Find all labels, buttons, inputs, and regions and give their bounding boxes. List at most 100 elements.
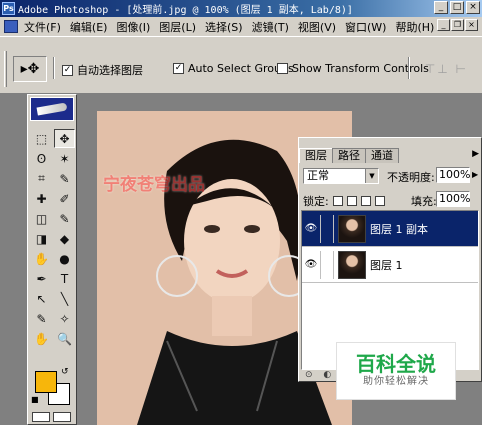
toolbox-header-feather-logo[interactable] — [30, 97, 74, 121]
blend-mode-value: 正常 — [307, 169, 329, 182]
checkbox-box[interactable] — [277, 63, 288, 74]
panel-menu-icon[interactable]: ▶ — [472, 149, 479, 159]
lock-position-icon[interactable] — [360, 196, 371, 206]
lock-all-icon[interactable] — [374, 196, 385, 206]
standard-mode-button[interactable] — [32, 412, 50, 422]
layer-name[interactable]: 图层 1 — [370, 257, 403, 273]
maximize-button[interactable]: □ — [450, 1, 464, 14]
tab-channels[interactable]: 通道 — [365, 148, 399, 163]
show-transform-controls-checkbox[interactable]: Show Transform Controls — [277, 62, 429, 75]
window-title: Adobe Photoshop - [处理前.jpg @ 100% (图层 1 … — [18, 5, 353, 16]
opacity-label: 不透明度: — [387, 171, 435, 184]
window-controls: _ □ × — [434, 1, 480, 14]
layer-thumbnail — [338, 214, 366, 243]
path-selection-tool-icon[interactable]: ↖ — [31, 289, 52, 308]
blend-mode-select[interactable]: 正常 ▼ — [303, 168, 379, 184]
options-bar: ▸✥ ✓ 自动选择图层 ✓ Auto Select Groups Show Tr… — [0, 36, 482, 94]
align-buttons[interactable]: ⊤⊥ ⊢ — [425, 62, 468, 76]
layer-link-slot[interactable] — [320, 214, 334, 243]
document-icon[interactable] — [4, 20, 18, 33]
paint-bucket-tool-icon[interactable]: ◆ — [54, 229, 75, 248]
menu-select[interactable]: 选择(S) — [205, 19, 243, 35]
watermark-text: 宁夜苍穹出品 — [103, 175, 205, 195]
photoshop-app-icon[interactable]: Ps — [2, 2, 15, 15]
lock-label: 锁定: — [303, 195, 329, 208]
opacity-slider-arrow-icon[interactable]: ▶ — [472, 170, 478, 179]
menu-file[interactable]: 文件(F) — [24, 19, 61, 35]
tools-grid: ⬚ ✥ ʘ ✶ ⌗ ✎ ✚ ✐ ◫ ✎ ◨ ◆ ✋ ● ✒ T ↖ ╲ ✎ ✧ … — [31, 129, 75, 348]
menu-image[interactable]: 图像(I) — [116, 19, 150, 35]
fill-input[interactable]: 100% — [436, 191, 470, 207]
menu-bar: 文件(F) 编辑(E) 图像(I) 图层(L) 选择(S) 滤镜(T) 视图(V… — [0, 17, 482, 36]
layer-row[interactable]: 👁 图层 1 副本 — [302, 211, 478, 247]
tab-layers[interactable]: 图层 — [299, 148, 333, 163]
menu-layer[interactable]: 图层(L) — [159, 19, 196, 35]
lasso-tool-icon[interactable]: ʘ — [31, 149, 52, 168]
options-divider — [53, 57, 55, 79]
options-bar-grip[interactable] — [4, 51, 7, 87]
eraser-tool-icon[interactable]: ◨ — [31, 229, 52, 248]
options-divider — [408, 57, 410, 79]
logo-subtitle: 助你轻松解决 — [363, 376, 429, 387]
lock-row: 锁定: — [303, 193, 385, 209]
lock-pixels-icon[interactable] — [346, 196, 357, 206]
crop-tool-icon[interactable]: ⌗ — [31, 169, 52, 188]
baike-logo: 百科全说 助你轻松解决 — [336, 342, 456, 400]
feather-icon — [36, 102, 68, 116]
history-brush-tool-icon[interactable]: ✎ — [54, 209, 75, 228]
toolbox: ⬚ ✥ ʘ ✶ ⌗ ✎ ✚ ✐ ◫ ✎ ◨ ◆ ✋ ● ✒ T ↖ ╲ ✎ ✧ … — [27, 94, 77, 425]
healing-brush-tool-icon[interactable]: ✚ — [31, 189, 52, 208]
dodge-tool-icon[interactable]: ● — [54, 249, 75, 268]
layer-row[interactable]: 👁 图层 1 — [302, 247, 478, 283]
menu-view[interactable]: 视图(V) — [298, 19, 336, 35]
default-colors-icon[interactable]: ■ — [31, 395, 39, 404]
brush-tool-icon[interactable]: ✐ — [54, 189, 75, 208]
checkbox-box[interactable]: ✓ — [62, 64, 73, 76]
pen-tool-icon[interactable]: ✒ — [31, 269, 52, 288]
auto-select-groups-checkbox[interactable]: ✓ Auto Select Groups — [173, 62, 294, 75]
eye-icon[interactable]: 👁 — [302, 259, 320, 270]
quick-mask-controls — [32, 412, 71, 422]
type-tool-icon[interactable]: T — [54, 269, 75, 288]
minimize-button[interactable]: _ — [434, 1, 448, 14]
doc-restore-button[interactable]: ❐ — [451, 19, 464, 31]
window-titlebar: Ps Adobe Photoshop - [处理前.jpg @ 100% (图层… — [0, 0, 482, 17]
blur-tool-icon[interactable]: ✋ — [31, 249, 52, 268]
chevron-down-icon[interactable]: ▼ — [365, 169, 378, 183]
tool-preset-picker[interactable]: ▸✥ — [13, 56, 47, 82]
eye-icon[interactable]: 👁 — [302, 223, 320, 234]
auto-select-layer-label: 自动选择图层 — [77, 64, 143, 77]
clone-stamp-tool-icon[interactable]: ◫ — [31, 209, 52, 228]
close-button[interactable]: × — [466, 1, 480, 14]
doc-close-button[interactable]: × — [465, 19, 478, 31]
hand-tool-icon[interactable]: ✋ — [31, 329, 52, 348]
menu-filter[interactable]: 滤镜(T) — [252, 19, 289, 35]
quick-mask-button[interactable] — [53, 412, 71, 422]
doc-minimize-button[interactable]: _ — [437, 19, 450, 31]
notes-tool-icon[interactable]: ✎ — [31, 309, 52, 328]
layer-name[interactable]: 图层 1 副本 — [370, 221, 428, 237]
zoom-tool-icon[interactable]: 🔍 — [54, 329, 75, 348]
line-tool-icon[interactable]: ╲ — [54, 289, 75, 308]
fill-label: 填充: — [411, 195, 437, 208]
lock-transparency-icon[interactable] — [332, 196, 343, 206]
opacity-input[interactable]: 100% — [436, 167, 470, 183]
tab-paths[interactable]: 路径 — [332, 148, 366, 163]
slice-tool-icon[interactable]: ✎ — [54, 169, 75, 188]
layer-link-slot[interactable] — [320, 250, 334, 279]
move-tool-icon[interactable]: ✥ — [54, 129, 75, 148]
magic-wand-tool-icon[interactable]: ✶ — [54, 149, 75, 168]
menu-help[interactable]: 帮助(H) — [395, 19, 434, 35]
layer-thumbnail — [338, 250, 366, 279]
panel-tabs: 图层 路径 通道 — [299, 148, 399, 163]
marquee-tool-icon[interactable]: ⬚ — [31, 129, 52, 148]
auto-select-layer-checkbox[interactable]: ✓ 自动选择图层 — [62, 62, 143, 78]
menu-edit[interactable]: 编辑(E) — [70, 19, 108, 35]
menu-window[interactable]: 窗口(W) — [345, 19, 386, 35]
swap-colors-icon[interactable]: ↺ — [61, 367, 69, 377]
checkbox-box[interactable]: ✓ — [173, 63, 184, 74]
eyedropper-tool-icon[interactable]: ✧ — [54, 309, 75, 328]
document-window-controls: _ ❐ × — [437, 19, 478, 31]
foreground-color-swatch[interactable] — [35, 371, 57, 393]
logo-title: 百科全说 — [356, 352, 436, 376]
